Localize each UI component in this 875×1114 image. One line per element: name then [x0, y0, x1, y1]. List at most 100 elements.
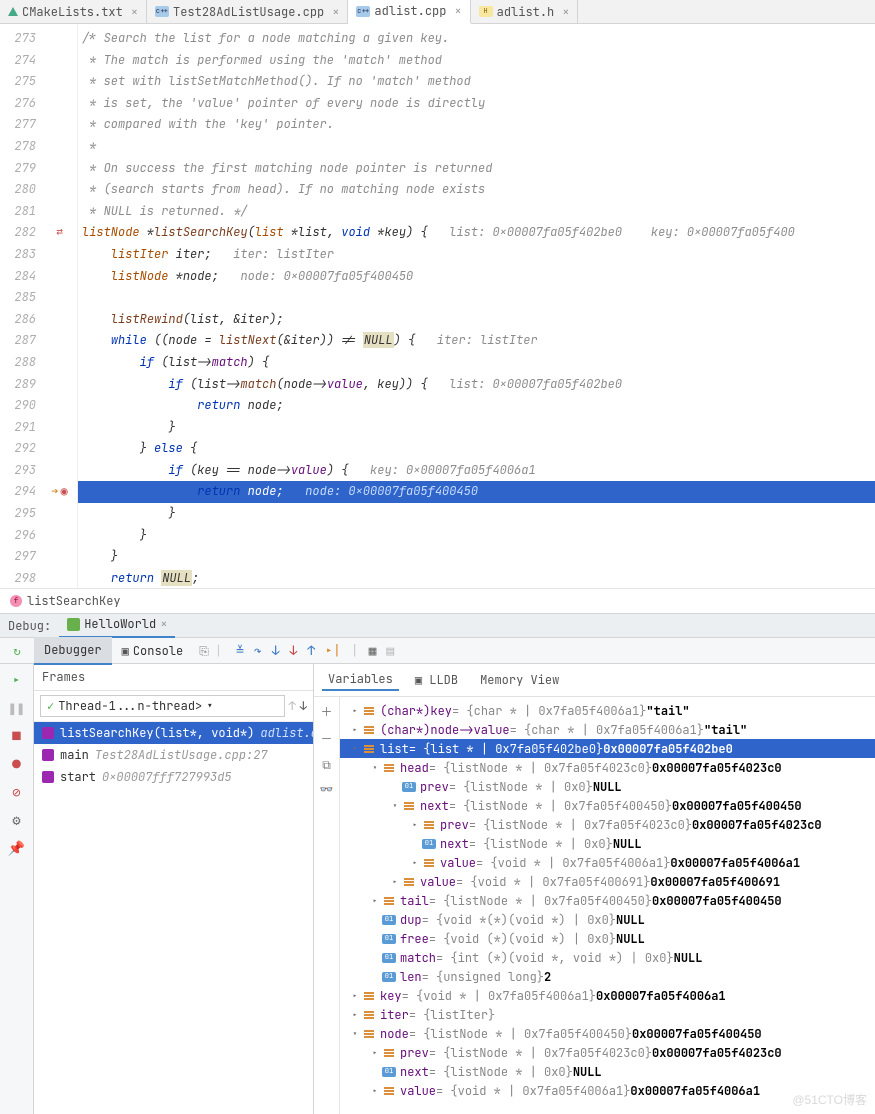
code-line[interactable]: if (key == node->value) { key: 0x00007fa…	[78, 460, 875, 482]
run-to-cursor-icon[interactable]: ▸|	[325, 642, 341, 659]
debugger-tab[interactable]: Debugger	[34, 637, 112, 665]
marker-row[interactable]	[42, 438, 77, 460]
marker-row[interactable]	[42, 93, 77, 115]
step-over-icon[interactable]: ↷	[254, 642, 262, 659]
mute-breakpoints-icon[interactable]: ⊘	[12, 784, 20, 802]
code-line[interactable]: * compared with the 'key' pointer.	[78, 114, 875, 136]
code-line[interactable]: listNode *listSearchKey(list *list, void…	[78, 222, 875, 244]
close-icon[interactable]: ×	[454, 3, 461, 19]
stack-frame[interactable]: listSearchKey(list*, void*) adlist.cpp	[34, 722, 313, 744]
console-tab[interactable]: ▣Console	[112, 638, 194, 664]
close-icon[interactable]: ×	[160, 616, 167, 632]
breadcrumb[interactable]: f listSearchKey	[0, 588, 875, 613]
marker-row[interactable]	[42, 568, 77, 588]
variable-node[interactable]: ▸(char*)node->value = {char * | 0x7fa05f…	[340, 720, 875, 739]
expand-icon[interactable]: ▸	[348, 705, 362, 717]
code-line[interactable]: * is set, the 'value' pointer of every n…	[78, 93, 875, 115]
settings-icon[interactable]: ⚙	[12, 812, 20, 830]
variables-tree[interactable]: ▸(char*)key = {char * | 0x7fa05f4006a1} …	[340, 697, 875, 1114]
expand-icon[interactable]: ▸	[348, 724, 362, 736]
expand-icon[interactable]: ▸	[348, 990, 362, 1002]
marker-row[interactable]	[42, 330, 77, 352]
file-tab[interactable]: CMakeLists.txt×	[0, 0, 147, 23]
marker-row[interactable]	[42, 395, 77, 417]
variable-node[interactable]: 01match = {int (*)(void *, void *) | 0x0…	[340, 948, 875, 967]
expand-icon[interactable]: ▸	[368, 895, 382, 907]
view-breakpoints-icon[interactable]: ●	[12, 756, 20, 774]
code-line[interactable]: * The match is performed using the 'matc…	[78, 50, 875, 72]
code-line[interactable]: if (list->match) {	[78, 352, 875, 374]
lldb-tab[interactable]: ▣ LLDB	[409, 670, 464, 690]
code-line[interactable]: listIter iter; iter: listIter	[78, 244, 875, 266]
code-line[interactable]: * On success the first matching node poi…	[78, 158, 875, 180]
code-area[interactable]: /* Search the list for a node matching a…	[78, 24, 875, 588]
code-line[interactable]: if (list->match(node->value, key)) { lis…	[78, 374, 875, 396]
marker-row[interactable]	[42, 201, 77, 223]
variable-node[interactable]: ▸prev = {listNode * | 0x7fa05f4023c0} 0x…	[340, 1043, 875, 1062]
force-step-into-icon[interactable]: ↓	[290, 642, 298, 659]
code-line[interactable]: }	[78, 525, 875, 547]
expand-icon[interactable]: ▸	[348, 1009, 362, 1021]
variable-node[interactable]: ▾node = {listNode * | 0x7fa05f400450} 0x…	[340, 1024, 875, 1043]
debug-config-tab[interactable]: HelloWorld ×	[59, 613, 175, 639]
marker-row[interactable]	[42, 546, 77, 568]
remove-watch-icon[interactable]: －	[320, 730, 332, 747]
marker-row[interactable]	[42, 525, 77, 547]
marker-row[interactable]	[42, 309, 77, 331]
variable-node[interactable]: ▸(char*)key = {char * | 0x7fa05f4006a1} …	[340, 701, 875, 720]
marker-row[interactable]	[42, 287, 77, 309]
marker-row[interactable]	[42, 244, 77, 266]
add-watch-icon[interactable]: ＋	[320, 703, 332, 720]
memory-view-tab[interactable]: Memory View	[474, 670, 565, 690]
variables-tab[interactable]: Variables	[322, 669, 399, 691]
code-line[interactable]: }	[78, 417, 875, 439]
evaluate-icon[interactable]: ▦	[369, 642, 377, 659]
code-line[interactable]: } else {	[78, 438, 875, 460]
marker-row[interactable]	[42, 460, 77, 482]
variable-node[interactable]: 01next = {listNode * | 0x0} NULL	[340, 1062, 875, 1081]
show-watches-icon[interactable]: 👓	[320, 783, 334, 797]
code-line[interactable]: }	[78, 546, 875, 568]
thread-selector[interactable]: ✓ Thread-1...n-thread> ▾ ↑ ↓	[34, 691, 313, 722]
step-out-icon[interactable]: ↑	[307, 642, 315, 659]
rerun-icon[interactable]: ↻	[13, 643, 20, 659]
resume-icon[interactable]: ▸	[12, 672, 20, 690]
code-line[interactable]: listRewind(list, &iter);	[78, 309, 875, 331]
expand-icon[interactable]: ▸	[368, 1085, 382, 1097]
stop-icon[interactable]: ■	[12, 728, 20, 746]
duplicate-icon[interactable]: ⧉	[322, 757, 331, 773]
chevron-down-icon[interactable]: ▾	[206, 698, 213, 714]
code-line[interactable]: * (search starts from head). If no match…	[78, 179, 875, 201]
close-icon[interactable]: ×	[562, 4, 569, 20]
code-line[interactable]	[78, 287, 875, 309]
file-tab[interactable]: Hadlist.h×	[471, 0, 579, 23]
frames-list[interactable]: listSearchKey(list*, void*) adlist.cppma…	[34, 722, 313, 1114]
variable-node[interactable]: ▸value = {void * | 0x7fa05f4006a1} 0x000…	[340, 853, 875, 872]
marker-row[interactable]	[42, 179, 77, 201]
pause-icon[interactable]: ❚❚	[8, 700, 25, 718]
step-into-icon[interactable]: ↓	[272, 642, 280, 659]
variable-node[interactable]: ▾head = {listNode * | 0x7fa05f4023c0} 0x…	[340, 758, 875, 777]
expand-icon[interactable]: ▸	[408, 857, 422, 869]
more-icon[interactable]: ▤	[386, 642, 394, 659]
code-line[interactable]: while ((node = listNext(&iter)) != NULL)…	[78, 330, 875, 352]
expand-icon[interactable]: ▸	[368, 1047, 382, 1059]
variable-node[interactable]: 01dup = {void *(*)(void *) | 0x0} NULL	[340, 910, 875, 929]
prev-frame-icon[interactable]: ↑	[289, 698, 296, 714]
marker-row[interactable]	[42, 50, 77, 72]
marker-row[interactable]	[42, 266, 77, 288]
code-line[interactable]: /* Search the list for a node matching a…	[78, 28, 875, 50]
variable-node[interactable]: 01len = {unsigned long} 2	[340, 967, 875, 986]
code-line[interactable]: listNode *node; node: 0x00007fa05f400450	[78, 266, 875, 288]
marker-row[interactable]	[42, 114, 77, 136]
variable-node[interactable]: 01free = {void (*)(void *) | 0x0} NULL	[340, 929, 875, 948]
code-line[interactable]: *	[78, 136, 875, 158]
file-tab[interactable]: c++adlist.cpp×	[348, 0, 470, 24]
stack-frame[interactable]: main Test28AdListUsage.cpp:27	[34, 744, 313, 766]
code-line[interactable]: * set with listSetMatchMethod(). If no '…	[78, 71, 875, 93]
marker-row[interactable]	[42, 28, 77, 50]
code-line[interactable]: return NULL;	[78, 568, 875, 588]
file-tab[interactable]: c++Test28AdListUsage.cpp×	[147, 0, 348, 23]
variable-node[interactable]: ▸iter = {listIter}	[340, 1005, 875, 1024]
code-line[interactable]: return node; node: 0x00007fa05f400450	[78, 481, 875, 503]
